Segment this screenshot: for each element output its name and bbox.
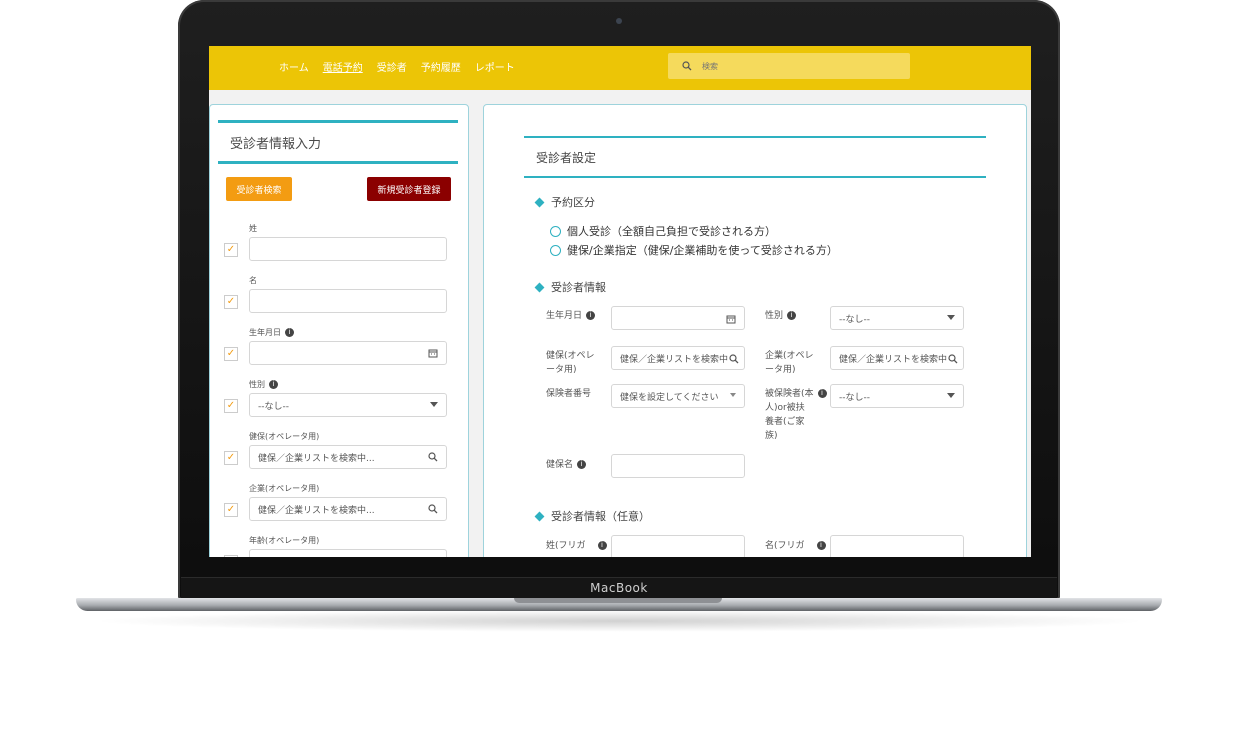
laptop-bezel: MacBook: [181, 577, 1057, 600]
company-lookup[interactable]: 健保／企業リストを検索中...: [249, 497, 447, 521]
info-icon: i: [269, 380, 278, 389]
info-icon: i: [597, 541, 607, 550]
insurance-placeholder: 健保／企業リストを検索中...: [258, 453, 375, 464]
company-placeholder: 健保／企業リストを検索中...: [258, 505, 375, 516]
camera-icon: [616, 18, 622, 24]
nav-reservation-history[interactable]: 予約履歴: [421, 59, 461, 74]
company-lookup[interactable]: 健保／企業リストを検索中: [830, 346, 964, 370]
first-name-checkbox[interactable]: ✓: [224, 295, 238, 309]
company-placeholder: 健保／企業リストを検索中: [839, 354, 948, 365]
insurance-name-label: 健保名 i: [546, 458, 587, 472]
company-label: 企業(オペレータ用): [249, 484, 320, 493]
gender-label: 性別 i: [765, 309, 797, 323]
diamond-icon: [534, 511, 545, 521]
insurance-checkbox[interactable]: ✓: [224, 451, 238, 465]
global-search[interactable]: [668, 53, 910, 79]
calendar-icon[interactable]: [726, 314, 736, 324]
laptop-shadow: [90, 610, 1150, 632]
gender-select-value: --なし--: [258, 401, 289, 412]
diamond-icon: [534, 197, 545, 207]
birthdate-label: 生年月日 i: [249, 327, 294, 338]
insurer-number-label: 保険者番号: [546, 389, 592, 399]
company-checkbox[interactable]: ✓: [224, 503, 238, 517]
search-icon: [682, 61, 692, 71]
info-icon: i: [285, 328, 294, 337]
nav-patients[interactable]: 受診者: [377, 59, 407, 74]
section-patient-info: 受診者情報: [534, 279, 606, 295]
search-icon[interactable]: [428, 504, 438, 514]
age-label: 年齢(オペレータ用): [249, 536, 320, 545]
insured-type-value: --なし--: [839, 392, 870, 403]
search-icon[interactable]: [428, 452, 438, 462]
insurance-lookup[interactable]: 健保／企業リストを検索中...: [249, 445, 447, 469]
insurance-name-input[interactable]: [611, 454, 745, 478]
calendar-icon[interactable]: [428, 348, 438, 358]
birthdate-label: 生年月日 i: [546, 309, 596, 323]
last-name-checkbox[interactable]: ✓: [224, 243, 238, 257]
birthdate-checkbox[interactable]: ✓: [224, 347, 238, 361]
first-name-input[interactable]: [249, 289, 447, 313]
gender-label: 性別 i: [249, 379, 278, 390]
info-icon: i: [787, 311, 797, 320]
top-nav-bar: ホーム 電話予約 受診者 予約履歴 レポート: [209, 46, 1031, 90]
insured-type-label: 被保険者(本 i 人)or被扶 養者(ご家 族): [765, 387, 827, 443]
nav-phone-reservation[interactable]: 電話予約: [323, 59, 363, 74]
kana-first-input[interactable]: [830, 535, 964, 557]
diamond-icon: [534, 282, 545, 292]
search-input[interactable]: [700, 60, 884, 72]
gender-checkbox[interactable]: ✓: [224, 399, 238, 413]
gender-select[interactable]: --なし--: [249, 393, 447, 417]
radio-individual[interactable]: 個人受診（全額自己負担で受診される方）: [550, 223, 776, 239]
last-name-input[interactable]: [249, 237, 447, 261]
chevron-down-icon: [947, 315, 955, 320]
patient-info-panel: 受診者情報入力 受診者検索 新規受診者登録 姓 ✓ 名 ✓ 生年月日 i ✓ 性別…: [209, 104, 469, 557]
insurer-number-select[interactable]: 健保を設定してください: [611, 384, 745, 408]
search-icon[interactable]: [729, 354, 739, 364]
age-input[interactable]: [249, 549, 447, 557]
info-icon: i: [817, 389, 827, 398]
radio-circle[interactable]: [550, 225, 561, 237]
screen: ホーム 電話予約 受診者 予約履歴 レポート 受診者情報入力 受診者検索 新規受…: [209, 46, 1031, 557]
birthdate-input[interactable]: [611, 306, 745, 330]
patient-search-button[interactable]: 受診者検索: [226, 177, 292, 201]
nav-home[interactable]: ホーム: [279, 59, 309, 74]
kana-last-input[interactable]: [611, 535, 745, 557]
chevron-down-icon: [730, 393, 736, 397]
patient-settings-panel: 受診者設定 予約区分 個人受診（全額自己負担で受診される方） 健保/企業指定（健…: [483, 104, 1027, 557]
radio-insurance-company[interactable]: 健保/企業指定（健保/企業補助を使って受診される方）: [550, 242, 838, 258]
nav-report[interactable]: レポート: [475, 59, 515, 74]
company-label: 企業(オペレータ用): [765, 351, 814, 375]
new-patient-button[interactable]: 新規受診者登録: [367, 177, 451, 201]
birthdate-input[interactable]: [249, 341, 447, 365]
insurance-lookup[interactable]: 健保／企業リストを検索中: [611, 346, 745, 370]
main-nav: ホーム 電話予約 受診者 予約履歴 レポート: [279, 59, 515, 74]
gender-select[interactable]: --なし--: [830, 306, 964, 330]
kana-first-label: 名(フリガ i: [765, 539, 826, 553]
chevron-down-icon: [430, 402, 438, 407]
kana-last-label: 姓(フリガ i: [546, 539, 607, 553]
section-optional-info: 受診者情報（任意）: [534, 508, 650, 524]
panel-title: 受診者情報入力: [230, 137, 322, 152]
info-icon: i: [586, 311, 596, 320]
chevron-down-icon: [947, 393, 955, 398]
insured-type-select[interactable]: --なし--: [830, 384, 964, 408]
first-name-label: 名: [249, 276, 257, 285]
gender-select-value: --なし--: [839, 314, 870, 325]
laptop-hinge-notch: [514, 598, 722, 603]
info-icon: i: [816, 541, 826, 550]
panel-header: 受診者設定: [524, 136, 986, 178]
insurance-label: 健保(オペレータ用): [249, 432, 320, 441]
insurance-label: 健保(オペレータ用): [546, 351, 595, 375]
age-checkbox[interactable]: [224, 555, 238, 557]
last-name-label: 姓: [249, 224, 257, 233]
search-icon[interactable]: [948, 354, 958, 364]
section-reservation-type: 予約区分: [534, 194, 595, 210]
insurer-number-value: 健保を設定してください: [620, 392, 719, 403]
brand-label: MacBook: [590, 581, 648, 595]
panel-header: 受診者情報入力: [218, 120, 458, 164]
radio-circle[interactable]: [550, 244, 561, 256]
insurance-placeholder: 健保／企業リストを検索中: [620, 354, 729, 365]
info-icon: i: [577, 460, 587, 469]
panel-title: 受診者設定: [536, 151, 597, 165]
